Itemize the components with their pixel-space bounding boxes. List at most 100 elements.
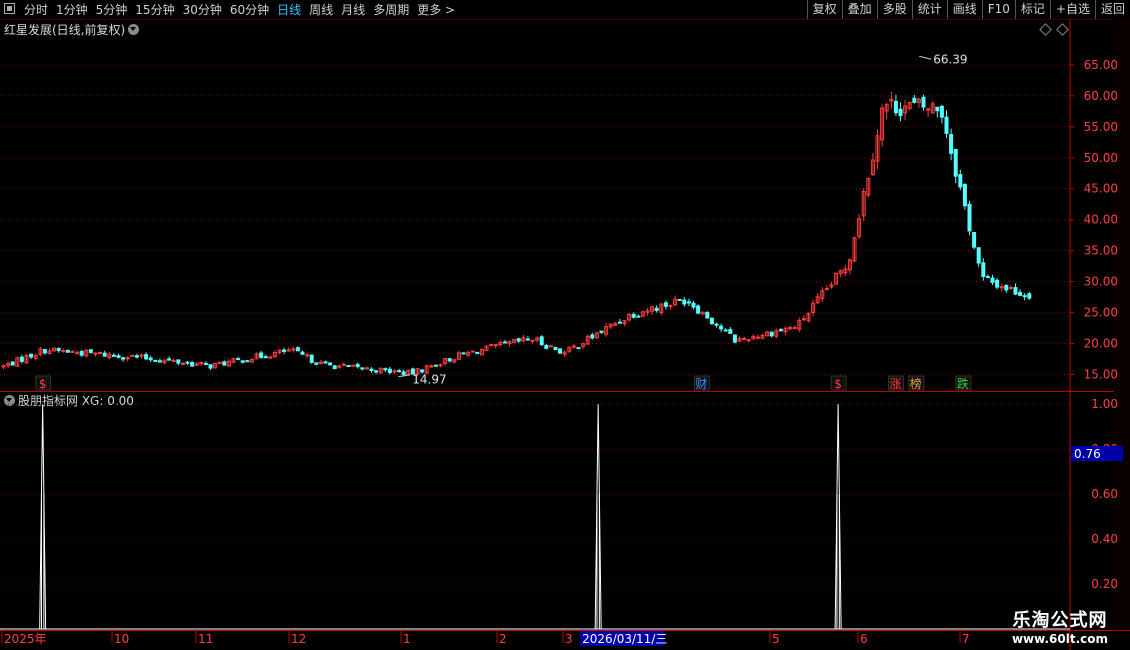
candle-down xyxy=(88,349,93,354)
candle-down xyxy=(374,370,379,373)
xg-signal-spike xyxy=(36,404,49,630)
candle-down xyxy=(29,353,34,358)
candle-down xyxy=(636,315,641,318)
candle-down xyxy=(719,325,724,330)
candle-down xyxy=(599,330,604,333)
candle-up xyxy=(746,339,751,342)
candle-down xyxy=(157,360,162,363)
price-axis-label: 65.00 xyxy=(1084,58,1118,72)
candle-up xyxy=(286,349,291,352)
candle-down xyxy=(778,329,783,332)
candle-down xyxy=(525,338,530,341)
indicator-axis-label: 0.40 xyxy=(1091,532,1118,546)
candle-down xyxy=(728,329,733,334)
candle-up xyxy=(489,344,494,347)
candle-down xyxy=(631,313,636,318)
price-axis-label: 45.00 xyxy=(1084,182,1118,196)
candle-up xyxy=(305,354,310,357)
candle-down xyxy=(962,183,967,207)
candle-down xyxy=(383,368,388,371)
price-axis-label: 15.00 xyxy=(1084,368,1118,382)
candle-down xyxy=(544,345,549,349)
candle-down xyxy=(1022,295,1027,298)
candle-up xyxy=(130,354,135,357)
candle-down xyxy=(420,369,425,373)
candle-down xyxy=(944,116,949,134)
candle-down xyxy=(314,362,319,365)
candle-down xyxy=(461,352,466,355)
candle-down xyxy=(686,301,691,304)
candle-down xyxy=(433,364,438,367)
candle-up xyxy=(668,305,673,308)
candle-up xyxy=(180,362,185,365)
indicator-axis-label: 0.20 xyxy=(1091,577,1118,591)
candle-down xyxy=(981,262,986,277)
candle-down xyxy=(447,358,452,362)
candle-down xyxy=(576,347,581,350)
candle-down xyxy=(949,134,954,154)
candle-down xyxy=(769,331,774,337)
candle-up xyxy=(742,337,747,340)
event-marker: 涨 xyxy=(889,376,901,391)
candle-down xyxy=(1004,284,1009,291)
candle-down xyxy=(190,362,195,367)
candle-down xyxy=(245,360,250,363)
candle-down xyxy=(397,370,402,373)
high-price-label: 66.39 xyxy=(933,52,967,66)
candle-up xyxy=(1008,286,1013,289)
candle-down xyxy=(10,361,15,366)
candle-down xyxy=(116,355,121,358)
price-axis-label: 30.00 xyxy=(1084,275,1118,289)
date-axis-label: 5 xyxy=(772,632,780,646)
candle-down xyxy=(355,363,360,368)
price-axis-label: 25.00 xyxy=(1084,306,1118,320)
candle-down xyxy=(387,368,392,374)
candle-down xyxy=(939,105,944,118)
candle-up xyxy=(61,350,66,353)
candle-up xyxy=(438,364,443,367)
price-axis-label: 35.00 xyxy=(1084,244,1118,258)
price-axis-label: 50.00 xyxy=(1084,151,1118,165)
event-marker: 财 xyxy=(695,377,707,391)
date-axis-label: 7 xyxy=(962,632,970,646)
date-axis-label: 2025年 xyxy=(4,632,47,646)
cursor-date-text: 2026/03/11/三 xyxy=(582,632,667,646)
candle-down xyxy=(309,354,314,363)
candle-down xyxy=(295,347,300,352)
candle-down xyxy=(79,351,84,356)
candle-up xyxy=(341,363,346,366)
current-value-text: 0.76 xyxy=(1074,447,1101,461)
candle-down xyxy=(401,371,406,376)
candle-down xyxy=(732,334,737,343)
candle-down xyxy=(539,336,544,346)
candle-down xyxy=(148,357,153,361)
candle-down xyxy=(995,279,1000,288)
candle-down xyxy=(985,276,990,279)
candle-down xyxy=(553,346,558,351)
candle-down xyxy=(921,96,926,108)
candle-down xyxy=(323,361,328,364)
candle-up xyxy=(792,327,797,330)
chart-canvas[interactable]: 65.00 60.00 55.00 50.00 45.00 40.00 35.00 30.00… xyxy=(0,0,1130,650)
candle-down xyxy=(696,305,701,314)
price-axis-label: 20.00 xyxy=(1084,337,1118,351)
candle-down xyxy=(893,100,898,114)
candle-down xyxy=(259,352,264,358)
candle-down xyxy=(282,349,287,353)
candle-down xyxy=(654,307,659,311)
candle-down xyxy=(203,363,208,366)
watermark: 乐淘公式网 www.60lt.com xyxy=(1012,606,1108,646)
date-axis-label: 11 xyxy=(198,632,213,646)
event-marker: 跌 xyxy=(957,376,969,391)
event-marker: 榜 xyxy=(910,376,922,391)
candle-up xyxy=(824,288,829,291)
candle-up xyxy=(530,339,535,342)
candle-down xyxy=(42,348,47,354)
date-axis-label: 6 xyxy=(860,632,868,646)
candle-down xyxy=(300,351,305,355)
candle-down xyxy=(121,357,126,360)
candle-down xyxy=(56,347,61,351)
candle-down xyxy=(328,362,333,366)
candle-down xyxy=(65,349,70,353)
high-pointer xyxy=(919,55,932,60)
